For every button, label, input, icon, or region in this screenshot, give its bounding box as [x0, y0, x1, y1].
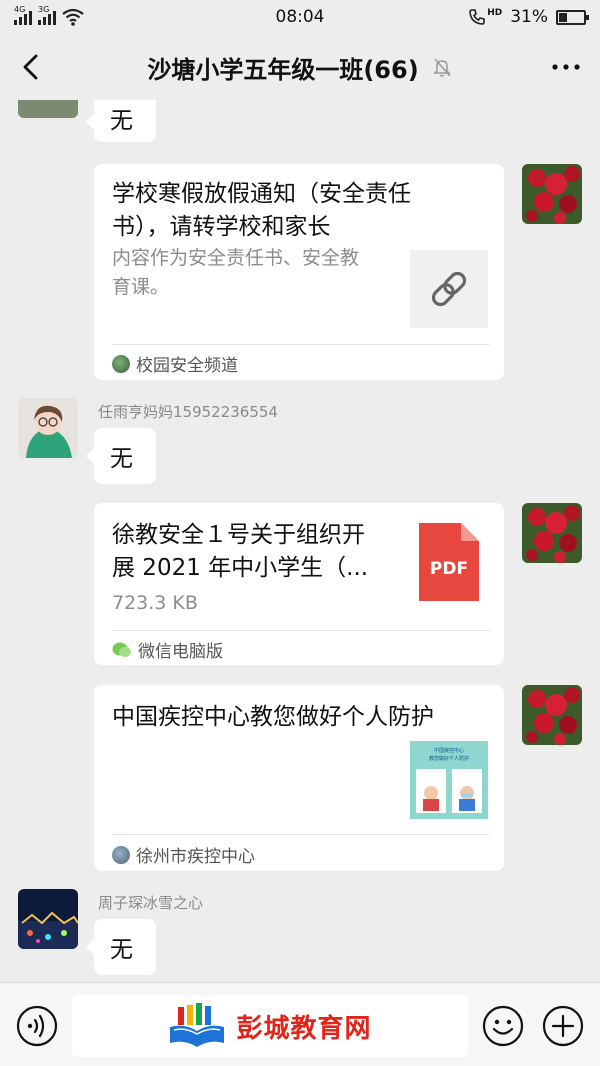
card-divider [112, 630, 490, 631]
input-bar: 彭城教育网 [0, 982, 600, 1066]
watermark-text: 彭城教育网 [236, 1013, 372, 1044]
message-text: 无 [110, 937, 133, 963]
source-label: 徐州市疾控中心 [136, 847, 255, 867]
avatar[interactable] [18, 889, 78, 949]
mute-bell-icon [432, 58, 451, 77]
official-account-icon [112, 845, 130, 864]
avatar[interactable] [18, 398, 78, 458]
file-size: 723.3 KB [112, 592, 198, 614]
book-logo-icon [170, 1003, 225, 1047]
channel-icon [112, 354, 130, 373]
source-label: 校园安全频道 [136, 356, 238, 376]
avatar-self[interactable] [522, 685, 582, 745]
hd-call-icon: HD [468, 8, 502, 26]
signal-3g-icon: 3G [38, 5, 56, 25]
pdf-icon: PDF [419, 523, 479, 601]
message-bubble[interactable]: 无 [86, 428, 156, 484]
card-divider [112, 344, 490, 345]
wifi-icon [62, 8, 84, 26]
article-thumbnail: 中国疾控中心 教您做好个人防护 [410, 741, 488, 819]
chat-header: 沙塘小学五年级一班(66) [0, 34, 600, 100]
status-right: HD 31% [468, 7, 589, 27]
more-icon[interactable] [550, 54, 582, 80]
plus-icon[interactable] [542, 1005, 584, 1047]
source-label: 微信电脑版 [138, 642, 223, 662]
link-icon [431, 271, 467, 307]
article-card[interactable]: 中国疾控中心教您做好个人防护 中国疾控中心 教您做好个人防护 徐州市疾控中心 [94, 685, 504, 871]
file-card[interactable]: 徐教安全１号关于组织开 展 2021 年中小学生（... 723.3 KB PD… [94, 503, 504, 665]
sender-name: 周子琛冰雪之心 [98, 894, 204, 912]
card-description: 内容作为安全责任书、安全教 育课。 [112, 247, 360, 298]
signal-4g-icon: 4G [14, 5, 32, 25]
card-source: 徐州市疾控中心 [112, 842, 255, 867]
link-thumbnail [410, 250, 488, 328]
battery-icon [556, 9, 589, 25]
message-bubble[interactable]: 无 [86, 100, 156, 142]
link-card[interactable]: 学校寒假放假通知（安全责任 书），请转学校和家长 内容作为安全责任书、安全教 育… [94, 164, 504, 380]
message-text: 无 [110, 446, 133, 472]
network-indicators: 4G 3G [14, 5, 84, 26]
card-divider [112, 834, 490, 835]
message-input[interactable]: 彭城教育网 [72, 995, 468, 1057]
avatar-self[interactable] [522, 503, 582, 563]
message-text: 无 [110, 108, 133, 134]
emoji-icon[interactable] [482, 1005, 524, 1047]
sender-name: 任雨亨妈妈15952236554 [98, 403, 278, 421]
card-source: 微信电脑版 [112, 637, 223, 662]
voice-icon[interactable] [16, 1005, 58, 1047]
file-name: 徐教安全１号关于组织开 展 2021 年中小学生（... [112, 522, 369, 581]
card-title: 学校寒假放假通知（安全责任 书），请转学校和家长 [112, 181, 411, 240]
file-type-label: PDF [429, 559, 469, 579]
message-bubble[interactable]: 无 [86, 919, 156, 975]
chat-title[interactable]: 沙塘小学五年级一班(66) [147, 50, 418, 85]
article-title: 中国疾控中心教您做好个人防护 [112, 704, 434, 730]
status-bar: 4G 3G 08:04 HD 31% [0, 0, 600, 34]
card-source: 校园安全频道 [112, 351, 238, 376]
battery-percent: 31% [510, 7, 548, 27]
avatar[interactable] [18, 100, 78, 118]
back-icon[interactable] [16, 51, 48, 83]
message-list[interactable]: 无 学校寒假放假通知（安全责任 书），请转学校和家长 内容作为安全责任书、安全教… [0, 100, 600, 982]
wechat-pc-icon [112, 642, 131, 657]
avatar-self[interactable] [522, 164, 582, 224]
